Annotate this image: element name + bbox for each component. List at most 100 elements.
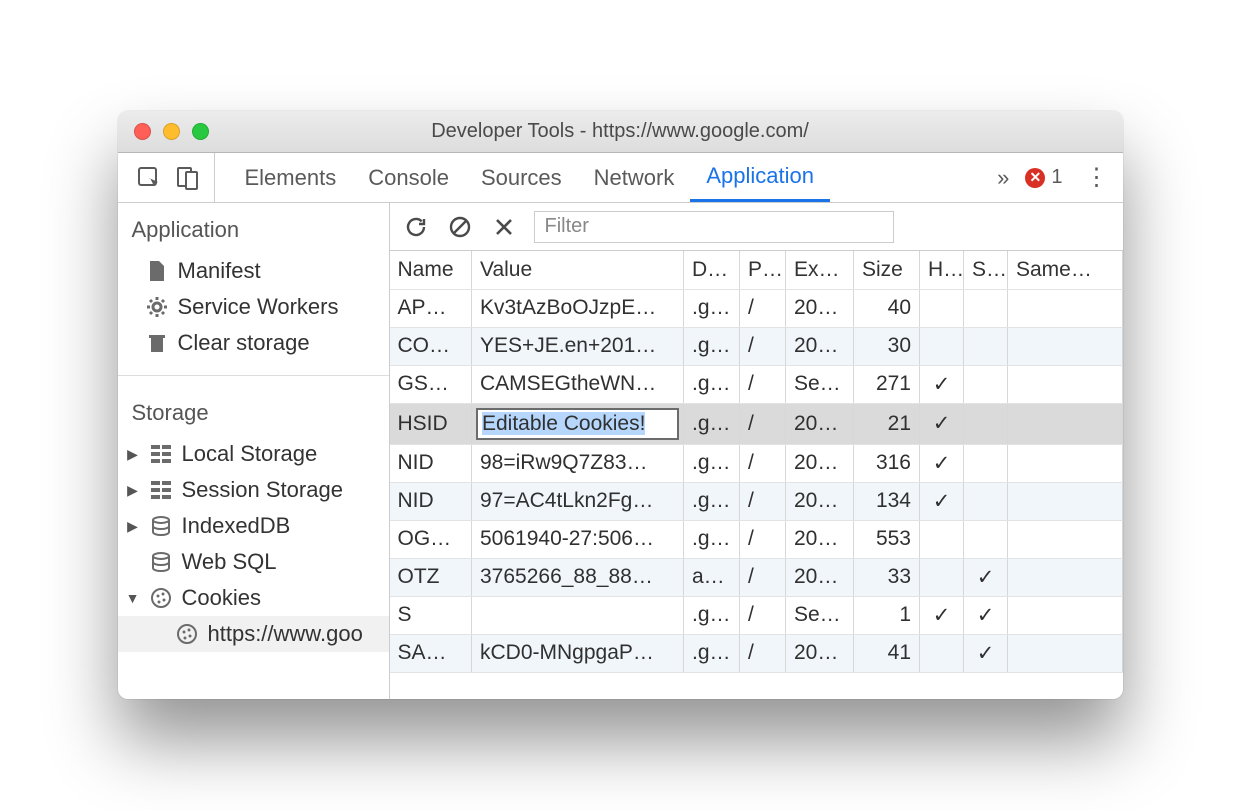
cell[interactable]: / xyxy=(740,520,786,558)
cell[interactable] xyxy=(1008,403,1123,444)
disclosure-triangle-icon[interactable]: ▶ xyxy=(126,482,140,499)
cell[interactable]: 553 xyxy=(854,520,920,558)
zoom-window-button[interactable] xyxy=(192,123,209,140)
cell[interactable]: 41 xyxy=(854,634,920,672)
col-value[interactable]: Value xyxy=(472,251,684,289)
tab-application[interactable]: Application xyxy=(690,153,830,202)
cell[interactable] xyxy=(1008,327,1123,365)
cell[interactable]: GS… xyxy=(390,365,472,403)
cell[interactable]: 20… xyxy=(786,482,854,520)
col-size[interactable]: Size xyxy=(854,251,920,289)
cell[interactable]: 5061940-27:506… xyxy=(472,520,684,558)
cell[interactable] xyxy=(920,289,964,327)
table-row[interactable]: NID97=AC4tLkn2Fg….g…/20…134✓ xyxy=(390,482,1123,520)
cell[interactable]: .g… xyxy=(684,520,740,558)
cell[interactable] xyxy=(964,289,1008,327)
error-count-badge[interactable]: ✕ 1 xyxy=(1025,166,1062,189)
cell[interactable]: .g… xyxy=(684,634,740,672)
cell[interactable]: 20… xyxy=(786,520,854,558)
cell[interactable] xyxy=(920,634,964,672)
cell[interactable] xyxy=(964,482,1008,520)
cell[interactable] xyxy=(1008,482,1123,520)
cell[interactable] xyxy=(920,327,964,365)
cell[interactable]: 316 xyxy=(854,444,920,482)
table-row[interactable]: OG…5061940-27:506….g…/20…553 xyxy=(390,520,1123,558)
cell[interactable] xyxy=(920,520,964,558)
cell[interactable] xyxy=(1008,596,1123,634)
cell[interactable]: .g… xyxy=(684,444,740,482)
cell[interactable]: Kv3tAzBoOJzpE… xyxy=(472,289,684,327)
cell[interactable]: HSID xyxy=(390,403,472,444)
cell[interactable]: OTZ xyxy=(390,558,472,596)
cell[interactable]: ✓ xyxy=(964,634,1008,672)
cell[interactable]: 1 xyxy=(854,596,920,634)
disclosure-triangle-icon[interactable]: ▶ xyxy=(126,446,140,463)
cell[interactable]: ✓ xyxy=(920,403,964,444)
sidebar-item-local-storage[interactable]: ▶ Local Storage xyxy=(118,436,389,472)
cell[interactable]: .g… xyxy=(684,403,740,444)
col-name[interactable]: Name xyxy=(390,251,472,289)
tab-console[interactable]: Console xyxy=(352,153,465,202)
col-domain[interactable]: D… xyxy=(684,251,740,289)
cell[interactable]: 134 xyxy=(854,482,920,520)
sidebar-item-session-storage[interactable]: ▶ Session Storage xyxy=(118,472,389,508)
sidebar-item-websql[interactable]: Web SQL xyxy=(118,544,389,580)
cell[interactable] xyxy=(964,520,1008,558)
cell[interactable] xyxy=(1008,289,1123,327)
table-row[interactable]: AP…Kv3tAzBoOJzpE….g…/20…40 xyxy=(390,289,1123,327)
cell[interactable] xyxy=(1008,520,1123,558)
col-expires[interactable]: Ex… xyxy=(786,251,854,289)
cell[interactable]: .g… xyxy=(684,365,740,403)
tabs-overflow-button[interactable]: » xyxy=(997,165,1009,191)
cell[interactable]: Se… xyxy=(786,596,854,634)
cell[interactable]: 20… xyxy=(786,444,854,482)
inspect-element-icon[interactable] xyxy=(136,165,162,191)
cell[interactable]: S xyxy=(390,596,472,634)
cell[interactable] xyxy=(472,596,684,634)
sidebar-item-clear-storage[interactable]: Clear storage xyxy=(118,325,389,361)
cell[interactable] xyxy=(920,558,964,596)
cell[interactable]: / xyxy=(740,289,786,327)
sidebar-item-manifest[interactable]: Manifest xyxy=(118,253,389,289)
cell[interactable] xyxy=(964,327,1008,365)
cell[interactable]: ✓ xyxy=(964,558,1008,596)
cell[interactable]: / xyxy=(740,403,786,444)
cell[interactable]: / xyxy=(740,596,786,634)
sidebar-item-indexeddb[interactable]: ▶ IndexedDB xyxy=(118,508,389,544)
table-row[interactable]: OTZ3765266_88_88…a…/20…33✓ xyxy=(390,558,1123,596)
cell[interactable]: 20… xyxy=(786,327,854,365)
cell[interactable]: / xyxy=(740,327,786,365)
close-window-button[interactable] xyxy=(134,123,151,140)
delete-selected-button[interactable] xyxy=(490,213,518,241)
col-secure[interactable]: Se… xyxy=(964,251,1008,289)
cell[interactable]: SA… xyxy=(390,634,472,672)
device-toolbar-icon[interactable] xyxy=(176,165,200,191)
value-edit-input[interactable]: Editable Cookies! xyxy=(476,408,679,440)
cell[interactable]: Se… xyxy=(786,365,854,403)
table-row[interactable]: SA…kCD0-MNgpgaP….g…/20…41✓ xyxy=(390,634,1123,672)
tab-sources[interactable]: Sources xyxy=(465,153,578,202)
cell[interactable]: 98=iRw9Q7Z83… xyxy=(472,444,684,482)
cell[interactable]: AP… xyxy=(390,289,472,327)
cell[interactable]: 30 xyxy=(854,327,920,365)
refresh-button[interactable] xyxy=(402,213,430,241)
col-httponly[interactable]: H… xyxy=(920,251,964,289)
table-row[interactable]: HSIDEditable Cookies!.g…/20…21✓ xyxy=(390,403,1123,444)
cell[interactable]: NID xyxy=(390,482,472,520)
cell[interactable]: 20… xyxy=(786,634,854,672)
cell[interactable]: 20… xyxy=(786,558,854,596)
cell[interactable]: NID xyxy=(390,444,472,482)
cell[interactable]: 97=AC4tLkn2Fg… xyxy=(472,482,684,520)
clear-all-button[interactable] xyxy=(446,213,474,241)
sidebar-item-cookies[interactable]: ▼ Cookies xyxy=(118,580,389,616)
cell[interactable]: / xyxy=(740,365,786,403)
cell[interactable]: 20… xyxy=(786,289,854,327)
cell[interactable]: ✓ xyxy=(920,444,964,482)
cell[interactable]: / xyxy=(740,558,786,596)
sidebar-item-service-workers[interactable]: Service Workers xyxy=(118,289,389,325)
cell[interactable] xyxy=(1008,444,1123,482)
cell[interactable]: CAMSEGtheWN… xyxy=(472,365,684,403)
cell[interactable]: kCD0-MNgpgaP… xyxy=(472,634,684,672)
table-row[interactable]: CO…YES+JE.en+201….g…/20…30 xyxy=(390,327,1123,365)
cell[interactable]: 21 xyxy=(854,403,920,444)
